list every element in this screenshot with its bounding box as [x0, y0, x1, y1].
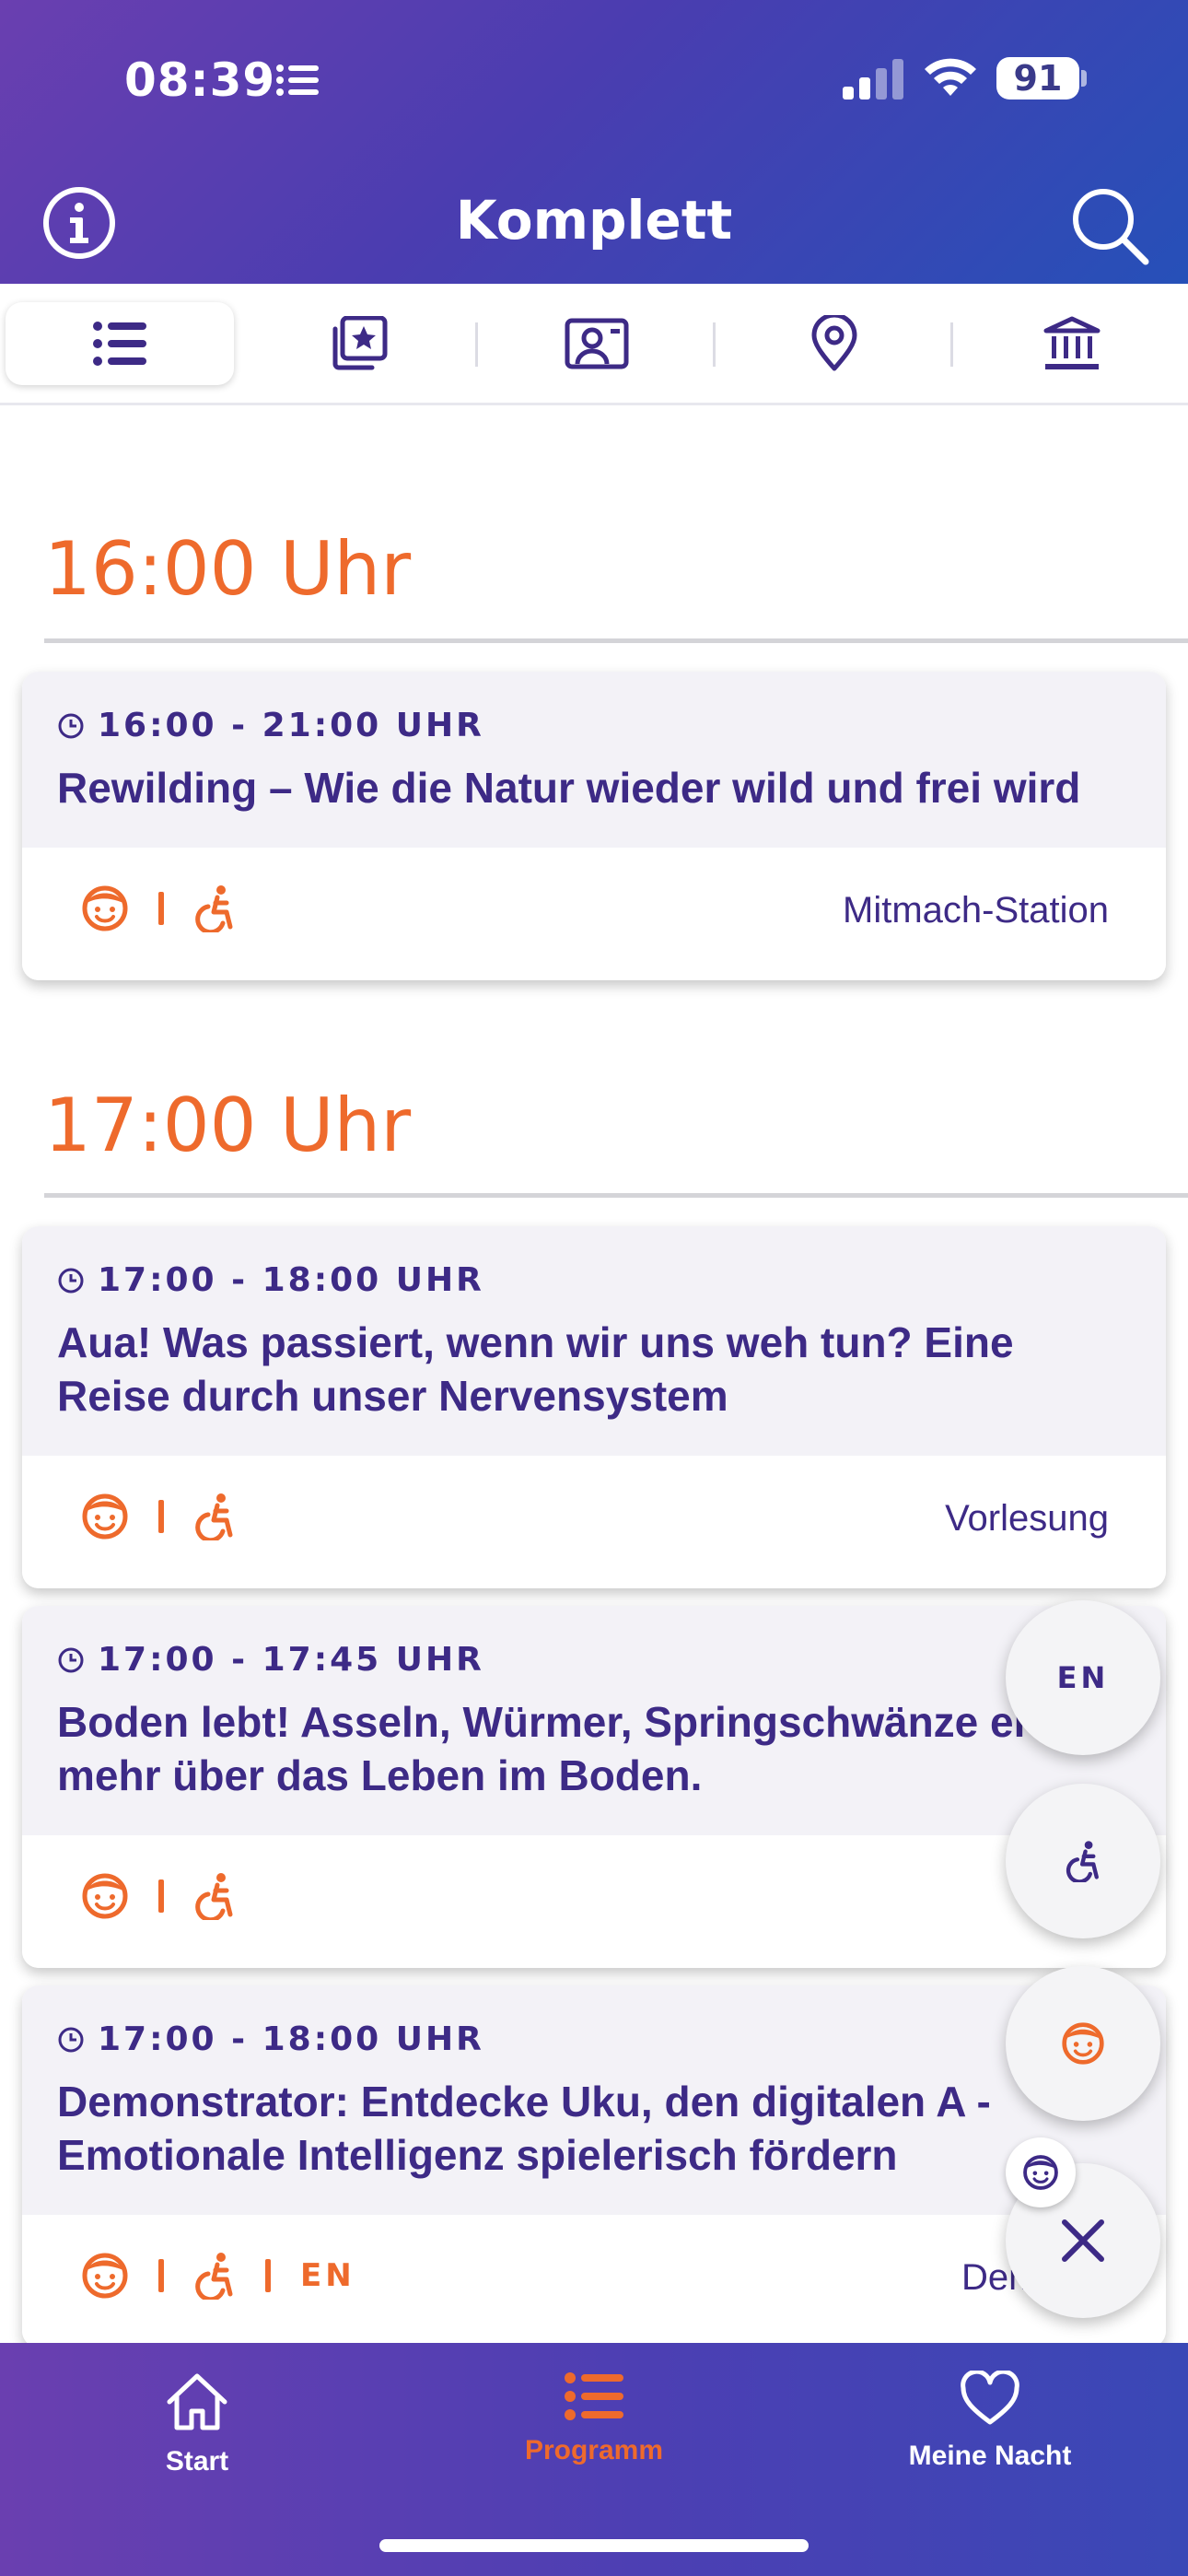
kids-icon	[82, 2253, 128, 2299]
wheelchair-icon	[195, 885, 233, 932]
tag-separator	[158, 2259, 164, 2292]
event-title: Demonstrator: Entdecke Uku, den digitale…	[57, 2078, 991, 2179]
nav-start[interactable]: Start	[59, 2371, 335, 2477]
list-icon	[93, 322, 146, 366]
filter-status-badge[interactable]	[1006, 2137, 1076, 2207]
event-time-text: 16:00 - 21:00 UHR	[98, 707, 484, 744]
nav-meine-nacht[interactable]: Meine Nacht	[852, 2371, 1128, 2472]
time-heading: 16:00 Uhr	[44, 526, 412, 612]
time-divider	[44, 638, 1188, 643]
tag-separator	[158, 1500, 164, 1533]
event-time: 17:00 - 18:00 UHR	[57, 1261, 1131, 1299]
event-card[interactable]: 16:00 - 21:00 UHR Rewilding – Wie die Na…	[22, 672, 1166, 980]
page-title: Komplett	[455, 189, 733, 252]
event-card-footer: Vorlesung	[22, 1456, 1166, 1588]
battery-indicator: 91	[996, 57, 1079, 100]
wheelchair-icon	[195, 2253, 233, 2300]
event-title: Rewilding – Wie die Natur wieder wild un…	[57, 764, 1081, 812]
location-pin-icon	[811, 315, 857, 371]
home-indicator[interactable]	[379, 2539, 809, 2552]
app-header: 08:39 91 Komplett	[0, 0, 1188, 284]
kids-icon	[82, 1873, 128, 1919]
event-card-footer: EN Demonst	[22, 2215, 1166, 2343]
search-icon[interactable]	[1068, 184, 1151, 267]
close-icon	[1062, 2219, 1104, 2262]
battery-cap	[1081, 70, 1087, 87]
event-tags	[81, 1493, 236, 1540]
star-gallery-icon	[332, 316, 388, 370]
event-time-text: 17:00 - 18:00 UHR	[98, 2020, 484, 2058]
event-card[interactable]: 17:00 - 18:00 UHR Demonstrator: Entdecke…	[22, 1985, 1166, 2343]
event-time: 17:00 - 17:45 UHR	[57, 1641, 1131, 1679]
tab-separator	[713, 322, 716, 367]
event-card[interactable]: 17:00 - 18:00 UHR Aua! Was passiert, wen…	[22, 1226, 1166, 1588]
event-tags: EN	[81, 2252, 355, 2300]
tab-highlights[interactable]	[245, 302, 473, 385]
clock-icon	[58, 1268, 84, 1293]
event-title: Boden lebt! Asseln, Würmer, Springschwän…	[57, 1698, 1124, 1799]
kids-icon	[1062, 2022, 1104, 2065]
cellular-signal-icon	[843, 59, 903, 100]
filter-english-label: EN	[1056, 1660, 1110, 1695]
list-icon	[565, 2372, 623, 2420]
nav-programm-label: Programm	[524, 2435, 664, 2465]
event-card-header: 17:00 - 17:45 UHR Boden lebt! Asseln, Wü…	[22, 1606, 1166, 1835]
tag-separator	[158, 1879, 164, 1913]
filter-english-button[interactable]: EN	[1006, 1600, 1160, 1755]
wheelchair-icon	[195, 1873, 233, 1920]
event-title: Aua! Was passiert, wenn wir uns weh tun?…	[57, 1318, 1014, 1420]
tab-institution[interactable]	[958, 302, 1186, 385]
focus-list-icon	[276, 64, 319, 96]
event-card[interactable]: 17:00 - 17:45 UHR Boden lebt! Asseln, Wü…	[22, 1606, 1166, 1968]
event-tags	[81, 1872, 236, 1920]
tab-separator	[475, 322, 478, 367]
wheelchair-icon	[1066, 1841, 1099, 1882]
clock-icon	[58, 1647, 84, 1672]
clock-icon	[58, 713, 84, 738]
filter-accessible-button[interactable]	[1006, 1784, 1160, 1938]
wheelchair-icon	[195, 1493, 233, 1540]
event-card-header: 17:00 - 18:00 UHR Demonstrator: Entdecke…	[22, 1985, 1166, 2215]
nav-programm[interactable]: Programm	[456, 2371, 732, 2466]
view-tabs	[0, 284, 1188, 405]
event-card-header: 16:00 - 21:00 UHR Rewilding – Wie die Na…	[22, 672, 1166, 848]
event-category: Vorlesung	[945, 1498, 1109, 1539]
event-tags	[81, 884, 236, 932]
kids-icon	[82, 1493, 128, 1540]
event-card-footer: Vo	[22, 1835, 1166, 1968]
tab-separator	[950, 322, 953, 367]
nav-start-label: Start	[165, 2446, 229, 2476]
event-card-header: 17:00 - 18:00 UHR Aua! Was passiert, wen…	[22, 1226, 1166, 1456]
nav-meine-nacht-label: Meine Nacht	[908, 2441, 1072, 2471]
speaker-portrait-icon	[565, 318, 629, 369]
event-time: 17:00 - 18:00 UHR	[57, 2020, 1131, 2058]
event-time-text: 17:00 - 18:00 UHR	[98, 1261, 484, 1299]
event-category: Mitmach-Station	[843, 890, 1109, 931]
tag-separator	[265, 2259, 271, 2292]
filter-kids-button[interactable]	[1006, 1966, 1160, 2121]
event-card-footer: Mitmach-Station	[22, 848, 1166, 980]
event-time-text: 17:00 - 17:45 UHR	[98, 1641, 484, 1679]
clock-icon	[58, 2027, 84, 2052]
kids-icon	[1023, 2155, 1058, 2190]
home-icon	[167, 2373, 227, 2430]
event-time: 16:00 - 21:00 UHR	[57, 707, 1131, 744]
time-heading: 17:00 Uhr	[44, 1083, 412, 1168]
tag-separator	[158, 892, 164, 925]
tab-speaker[interactable]	[483, 302, 711, 385]
institution-building-icon	[1043, 316, 1101, 369]
wifi-icon	[925, 58, 976, 96]
time-divider	[44, 1193, 1188, 1198]
heart-icon	[961, 2371, 1019, 2425]
tab-list[interactable]	[6, 302, 234, 385]
tab-location[interactable]	[720, 302, 949, 385]
english-tag: EN	[300, 2257, 355, 2294]
status-time: 08:39	[124, 53, 276, 107]
kids-icon	[82, 885, 128, 931]
